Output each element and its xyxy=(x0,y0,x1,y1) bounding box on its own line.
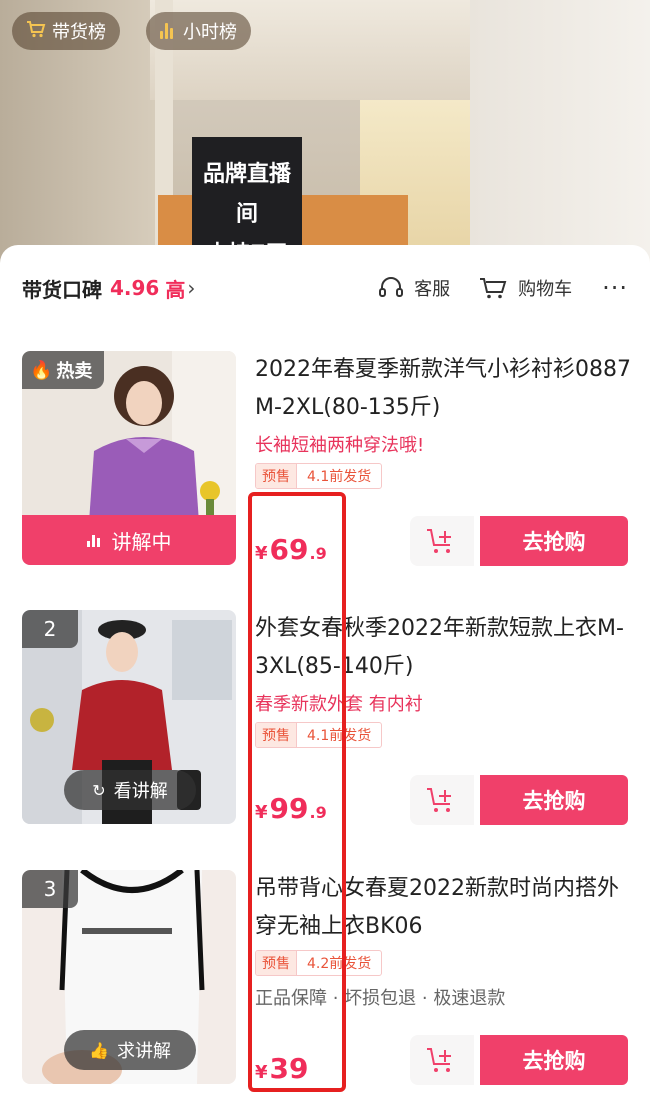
request-explanation-label: 求讲解 xyxy=(116,1041,171,1062)
product-info: 2022年春夏季新款洋气小衫衬衫0887 M-2XL(80-135斤) 长袖短袖… xyxy=(255,351,635,489)
explaining-label: 讲解中 xyxy=(111,529,172,554)
cart-plus-icon xyxy=(427,1048,451,1072)
shopping-cart-label: 购物车 xyxy=(518,279,573,300)
sales-ranking-chip[interactable]: 带货榜 xyxy=(12,12,120,50)
thumbs-up-icon: 👍 xyxy=(89,1040,109,1060)
more-options-icon[interactable]: ··· xyxy=(602,276,628,300)
store-sign: 品牌直播间 支持7天 xyxy=(192,137,302,267)
product-thumbnail[interactable]: 🔥 热卖 讲解中 xyxy=(22,351,236,565)
price-highlight-annotation xyxy=(248,492,346,1092)
presale-date: 4.1前发货 xyxy=(296,464,381,488)
chip-label: 带货榜 xyxy=(52,22,106,43)
product-subtitle: 长袖短袖两种穿法哦! xyxy=(255,435,425,456)
customer-service-label: 客服 xyxy=(414,279,451,300)
cart-plus-icon xyxy=(427,788,451,812)
explaining-status-bar[interactable]: 讲解中 xyxy=(22,515,236,565)
hourly-ranking-chip[interactable]: 小时榜 xyxy=(146,12,251,50)
reputation-label: 带货口碑 xyxy=(22,277,102,302)
product-title[interactable]: 2022年春夏季新款洋气小衫衬衫0887 M-2XL(80-135斤) xyxy=(255,351,635,427)
product-thumbnail[interactable]: 2 ↻ 看讲解 xyxy=(22,610,236,824)
replay-icon: ↻ xyxy=(92,780,106,800)
hot-sale-badge: 🔥 热卖 xyxy=(22,351,105,389)
request-explanation-button[interactable]: 👍 求讲解 xyxy=(64,1030,196,1070)
add-to-cart-button[interactable] xyxy=(410,775,474,825)
cart-plus-icon xyxy=(427,529,451,553)
buy-now-button[interactable]: 去抢购 xyxy=(480,775,628,825)
chevron-right-icon[interactable]: › xyxy=(187,276,195,300)
chip-label: 小时榜 xyxy=(183,22,237,43)
background-right-wall xyxy=(470,0,650,270)
sign-line: 品牌直播间 xyxy=(202,162,291,227)
reputation-score[interactable]: 4.96 xyxy=(110,276,159,300)
watch-explanation-button[interactable]: ↻ 看讲解 xyxy=(64,770,196,810)
rank-badge: 3 xyxy=(22,870,78,908)
customer-service-button[interactable]: 客服 xyxy=(378,275,450,301)
shopping-cart-button[interactable]: 购物车 xyxy=(478,275,572,301)
buy-now-button[interactable]: 去抢购 xyxy=(480,1035,628,1085)
sheet-header: 带货口碑 4.96 高 › 客服 购物车 ··· xyxy=(0,245,650,331)
headset-icon xyxy=(379,277,404,297)
watch-explanation-label: 看讲解 xyxy=(113,781,168,802)
presale-label: 预售 xyxy=(256,464,296,488)
hot-sale-label: 热卖 xyxy=(56,361,93,382)
cart-icon xyxy=(480,278,507,299)
buy-now-button[interactable]: 去抢购 xyxy=(480,516,628,566)
product-thumbnail[interactable]: 3 👍 求讲解 xyxy=(22,870,236,1084)
live-stream-video[interactable]: 品牌直播间 支持7天 带货榜 小时榜 xyxy=(0,0,650,270)
flame-icon: 🔥 xyxy=(30,359,53,381)
live-bars-icon xyxy=(86,533,102,547)
reputation-level[interactable]: 高 xyxy=(165,274,185,303)
bar-chart-icon xyxy=(160,23,175,39)
add-to-cart-button[interactable] xyxy=(410,516,474,566)
add-to-cart-button[interactable] xyxy=(410,1035,474,1085)
header-actions: 客服 购物车 ··· xyxy=(350,275,628,301)
shopping-cart-icon xyxy=(26,20,46,43)
rank-badge: 2 xyxy=(22,610,78,648)
presale-tag: 预售 4.1前发货 xyxy=(255,463,383,489)
